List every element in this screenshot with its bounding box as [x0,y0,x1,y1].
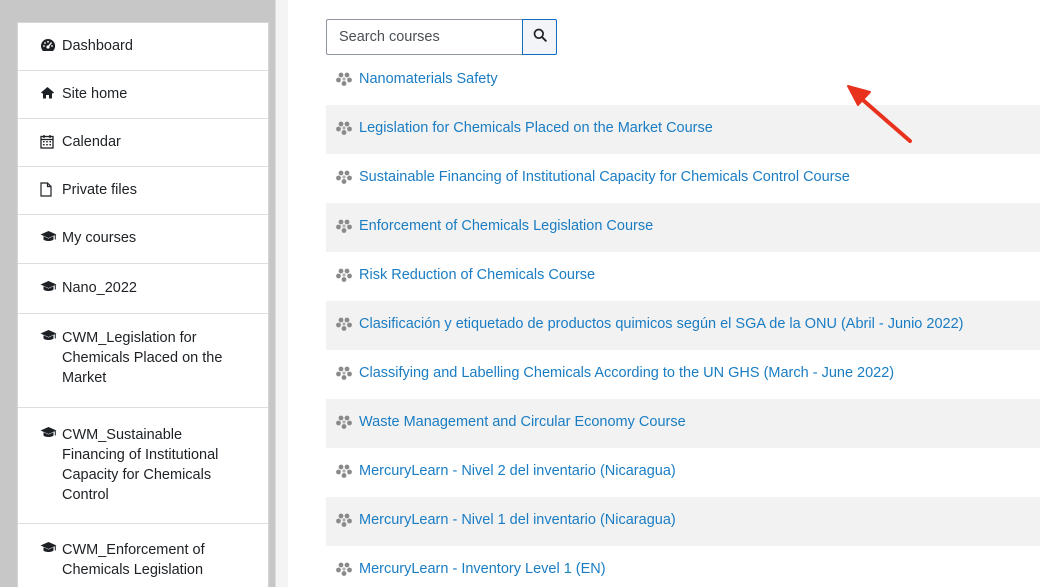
course-icon [335,169,353,190]
graduation-cap-icon [40,280,58,293]
course-icon [335,512,353,533]
course-icon [335,561,353,582]
file-icon [40,182,58,197]
course-icon [335,316,353,337]
course-list: Nanomaterials Safety Legislation for Che… [326,58,1040,587]
sidebar-item-my-courses[interactable]: My courses [18,215,268,264]
course-link[interactable]: MercuryLearn - Nivel 2 del inventario (N… [359,462,676,480]
list-item: MercuryLearn - Nivel 2 del inventario (N… [326,448,1040,497]
search-button[interactable] [522,19,557,55]
list-item: Waste Management and Circular Economy Co… [326,399,1040,448]
label-line: CWM_Enforcement of [62,542,205,558]
sidebar-item-dashboard[interactable]: Dashboard [18,23,268,71]
sidebar-item-label: CWM_Enforcement of Chemicals Legislation [62,540,205,580]
label-line: Chemicals Legislation [62,562,204,578]
course-link[interactable]: Risk Reduction of Chemicals Course [359,266,595,284]
course-link[interactable]: MercuryLearn - Nivel 1 del inventario (N… [359,511,676,529]
course-icon [335,71,353,92]
label-line: CWM_Legislation for [62,330,197,346]
label-line: Financing of Institutional [62,447,219,463]
sidebar-item-site-home[interactable]: Site home [18,71,268,119]
sidebar-item-label: My courses [62,230,137,246]
label-line: Market [62,370,107,386]
sidebar-item-label: CWM_Legislation for Chemicals Placed on … [62,328,222,388]
course-link[interactable]: MercuryLearn - Inventory Level 1 (EN) [359,560,606,578]
main-content: Nanomaterials Safety Legislation for Che… [326,0,1040,587]
course-icon [335,120,353,141]
search-icon [533,28,547,47]
list-item: MercuryLearn - Inventory Level 1 (EN) [326,546,1040,587]
list-item: Sustainable Financing of Institutional C… [326,154,1040,203]
sidebar-item-nano-2022[interactable]: Nano_2022 [18,264,268,314]
sidebar-item-private-files[interactable]: Private files [18,167,268,215]
sidebar-item-calendar[interactable]: Calendar [18,119,268,167]
sidebar-item-label: Private files [62,182,137,198]
sidebar-item-label: CWM_Sustainable Financing of Institution… [62,425,218,505]
course-icon [335,463,353,484]
course-link[interactable]: Sustainable Financing of Institutional C… [359,168,850,186]
calendar-icon [40,134,58,149]
course-icon [335,267,353,288]
graduation-cap-icon [40,230,58,243]
sidebar-item-label: Site home [62,86,128,102]
label-line: Chemicals Placed on the [62,350,223,366]
sidebar-item-cwm-enforcement[interactable]: CWM_Enforcement of Chemicals Legislation [18,524,268,587]
sidebar-item-label: Dashboard [62,38,133,54]
home-icon [40,86,58,99]
sidebar-item-cwm-legislation[interactable]: CWM_Legislation for Chemicals Placed on … [18,314,268,408]
tachometer-icon [40,38,58,52]
label-line: Control [62,487,109,503]
label-line: Capacity for Chemicals [62,467,212,483]
graduation-cap-icon [40,329,58,342]
course-icon [335,365,353,386]
graduation-cap-icon [40,426,58,439]
label-line: CWM_Sustainable [62,427,183,443]
search-input[interactable] [326,19,522,55]
course-link[interactable]: Clasificación y etiquetado de productos … [359,315,963,333]
list-item: Clasificación y etiquetado de productos … [326,301,1040,350]
course-search-form [326,19,557,55]
course-link[interactable]: Classifying and Labelling Chemicals Acco… [359,364,894,382]
sidebar-item-label: Calendar [62,134,121,150]
course-link[interactable]: Legislation for Chemicals Placed on the … [359,119,713,137]
list-item: Classifying and Labelling Chemicals Acco… [326,350,1040,399]
list-item: MercuryLearn - Nivel 1 del inventario (N… [326,497,1040,546]
course-link[interactable]: Waste Management and Circular Economy Co… [359,413,686,431]
frame-divider [275,0,288,587]
sidebar-item-label: Nano_2022 [62,280,137,296]
list-item: Enforcement of Chemicals Legislation Cou… [326,203,1040,252]
list-item: Legislation for Chemicals Placed on the … [326,105,1040,154]
list-item: Nanomaterials Safety [326,58,1040,105]
sidebar-item-cwm-sustainable[interactable]: CWM_Sustainable Financing of Institution… [18,408,268,524]
course-link[interactable]: Enforcement of Chemicals Legislation Cou… [359,217,653,235]
nav-drawer: Dashboard Site home Calendar Private fil… [17,22,269,587]
course-icon [335,218,353,239]
graduation-cap-icon [40,541,58,554]
course-icon [335,414,353,435]
list-item: Risk Reduction of Chemicals Course [326,252,1040,301]
course-link[interactable]: Nanomaterials Safety [359,70,498,88]
